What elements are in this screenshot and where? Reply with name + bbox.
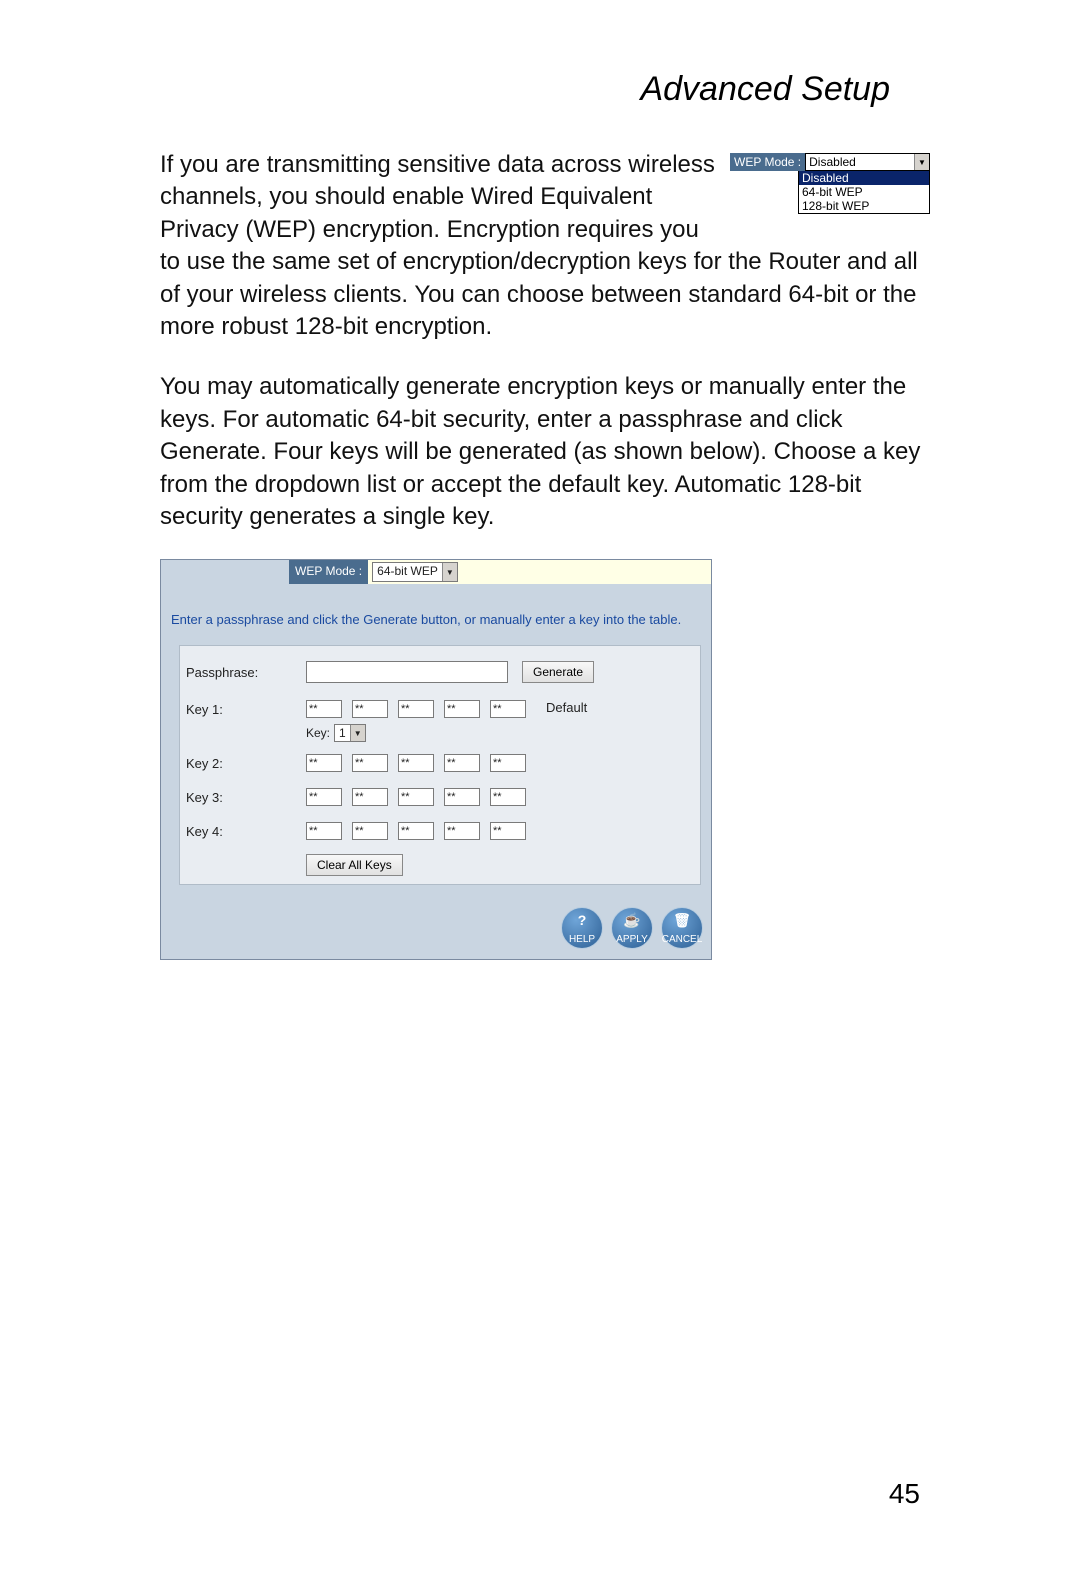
passphrase-label: Passphrase: bbox=[186, 665, 306, 680]
wep-mode-options-list: Disabled 64-bit WEP 128-bit WEP bbox=[798, 171, 930, 214]
key2-octet-5[interactable]: ** bbox=[490, 754, 526, 772]
help-button[interactable]: ? HELP bbox=[561, 907, 603, 949]
default-key-row: Key: 1 ▼ bbox=[306, 724, 526, 742]
key3-octet-4[interactable]: ** bbox=[444, 788, 480, 806]
cancel-button[interactable]: 🗑 CANCEL bbox=[661, 907, 703, 949]
chevron-down-icon: ▼ bbox=[442, 563, 457, 581]
wep-mode-label: WEP Mode : bbox=[730, 153, 805, 171]
key4-octet-3[interactable]: ** bbox=[398, 822, 434, 840]
page-title: Advanced Setup bbox=[160, 70, 890, 109]
key-form: Passphrase: Generate Key 1: ** ** ** ** … bbox=[179, 645, 701, 885]
key4-octet-1[interactable]: ** bbox=[306, 822, 342, 840]
wep-mode-select-panel[interactable]: 64-bit WEP ▼ bbox=[372, 562, 458, 582]
key4-octet-5[interactable]: ** bbox=[490, 822, 526, 840]
wep-settings-panel: WEP Mode : 64-bit WEP ▼ Enter a passphra… bbox=[160, 559, 712, 960]
key1-octet-5[interactable]: ** bbox=[490, 700, 526, 718]
apply-label: APPLY bbox=[616, 934, 648, 945]
key3-octet-3[interactable]: ** bbox=[398, 788, 434, 806]
key4-row: Key 4: ** ** ** ** ** bbox=[180, 814, 700, 848]
default-key-value: 1 bbox=[335, 725, 350, 741]
key4-octet-2[interactable]: ** bbox=[352, 822, 388, 840]
default-key-label: Key: bbox=[306, 726, 330, 740]
key4-label: Key 4: bbox=[186, 824, 306, 839]
wep-mode-label-panel: WEP Mode : bbox=[289, 560, 368, 584]
page: Advanced Setup WEP Mode : Disabled ▼ Dis… bbox=[0, 0, 1080, 1570]
key3-octet-5[interactable]: ** bbox=[490, 788, 526, 806]
key3-octets: ** ** ** ** ** bbox=[306, 788, 526, 806]
cancel-icon: 🗑 bbox=[673, 912, 691, 929]
help-label: HELP bbox=[569, 934, 595, 945]
wep-mode-dropdown-figure: WEP Mode : Disabled ▼ Disabled 64-bit WE… bbox=[730, 153, 930, 214]
key1-octets: ** ** ** ** ** bbox=[306, 700, 526, 718]
generate-button[interactable]: Generate bbox=[522, 661, 594, 683]
wep-mode-option-128bit[interactable]: 128-bit WEP bbox=[799, 199, 929, 213]
key2-octet-1[interactable]: ** bbox=[306, 754, 342, 772]
panel-instruction: Enter a passphrase and click the Generat… bbox=[161, 584, 711, 641]
key4-octets: ** ** ** ** ** bbox=[306, 822, 526, 840]
key1-octet-2[interactable]: ** bbox=[352, 700, 388, 718]
chevron-down-icon: ▼ bbox=[914, 154, 929, 170]
wep-mode-bar: WEP Mode : 64-bit WEP ▼ bbox=[161, 560, 711, 584]
passphrase-row: Passphrase: Generate bbox=[180, 646, 700, 694]
wep-mode-option-64bit[interactable]: 64-bit WEP bbox=[799, 185, 929, 199]
default-key-select[interactable]: 1 ▼ bbox=[334, 724, 366, 742]
key3-octet-1[interactable]: ** bbox=[306, 788, 342, 806]
apply-icon: ☕ bbox=[623, 912, 640, 929]
key3-octet-2[interactable]: ** bbox=[352, 788, 388, 806]
key3-label: Key 3: bbox=[186, 790, 306, 805]
key1-octet-3[interactable]: ** bbox=[398, 700, 434, 718]
key1-octet-4[interactable]: ** bbox=[444, 700, 480, 718]
passphrase-input[interactable] bbox=[306, 661, 508, 683]
key2-octets: ** ** ** ** ** bbox=[306, 754, 526, 772]
key1-label: Key 1: bbox=[186, 700, 306, 717]
page-number: 45 bbox=[889, 1478, 920, 1510]
key2-octet-2[interactable]: ** bbox=[352, 754, 388, 772]
wep-mode-value-panel: 64-bit WEP bbox=[373, 563, 442, 581]
wep-mode-option-disabled[interactable]: Disabled bbox=[799, 171, 929, 185]
cancel-label: CANCEL bbox=[662, 934, 703, 945]
chevron-down-icon: ▼ bbox=[350, 725, 365, 741]
key2-octet-4[interactable]: ** bbox=[444, 754, 480, 772]
clear-row: Clear All Keys bbox=[180, 848, 700, 884]
clear-all-keys-button[interactable]: Clear All Keys bbox=[306, 854, 403, 876]
apply-button[interactable]: ☕ APPLY bbox=[611, 907, 653, 949]
wep-mode-selected-value: Disabled bbox=[806, 154, 914, 170]
panel-action-buttons: ? HELP ☕ APPLY 🗑 CANCEL bbox=[161, 895, 711, 959]
help-icon: ? bbox=[578, 912, 587, 928]
wep-mode-select[interactable]: Disabled ▼ bbox=[805, 153, 930, 171]
key2-octet-3[interactable]: ** bbox=[398, 754, 434, 772]
key4-octet-4[interactable]: ** bbox=[444, 822, 480, 840]
key2-row: Key 2: ** ** ** ** ** bbox=[180, 746, 700, 780]
key3-row: Key 3: ** ** ** ** ** bbox=[180, 780, 700, 814]
key1-octet-1[interactable]: ** bbox=[306, 700, 342, 718]
key2-label: Key 2: bbox=[186, 756, 306, 771]
default-label: Default bbox=[546, 700, 616, 715]
paragraph-2: You may automatically generate encryptio… bbox=[160, 371, 930, 533]
key1-row: Key 1: ** ** ** ** ** Key: 1 ▼ bbox=[180, 694, 700, 746]
